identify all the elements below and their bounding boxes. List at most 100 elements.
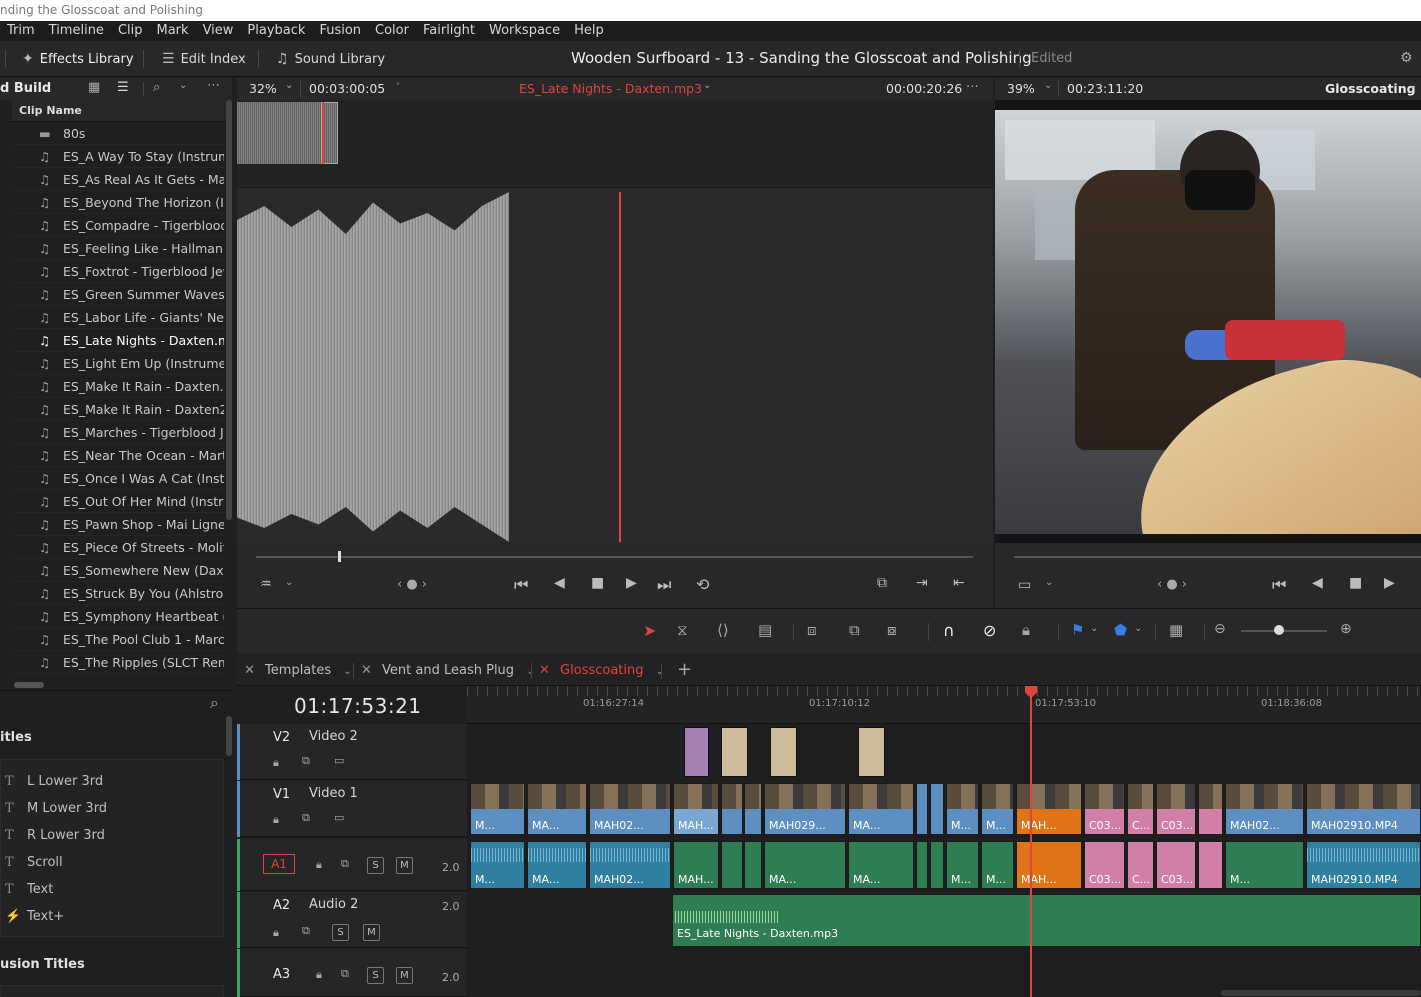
- timeline-timecode[interactable]: 01:17:53:21: [294, 694, 422, 718]
- video-clip[interactable]: [1198, 783, 1223, 835]
- menu-item-help[interactable]: Help: [567, 21, 611, 41]
- chevron-down-icon[interactable]: ⌄: [656, 666, 664, 677]
- program-scrub-bar[interactable]: [1014, 556, 1421, 558]
- go-to-end-icon[interactable]: ⏭: [657, 575, 671, 595]
- viewer-mode-icon[interactable]: ▭: [1018, 577, 1031, 593]
- audio-clip[interactable]: C03...: [1156, 841, 1196, 889]
- video-clip[interactable]: M...: [470, 783, 525, 835]
- media-item[interactable]: ♫ ES_Late Nights - Daxten.mp: [12, 329, 224, 352]
- tab-glosscoating[interactable]: ✕ Glosscoating ⌄: [539, 663, 664, 678]
- title-scroll[interactable]: T Scroll: [5, 855, 63, 870]
- solo-button[interactable]: S: [332, 924, 349, 941]
- audio-clip[interactable]: M...: [1225, 841, 1304, 889]
- blade-tool-icon[interactable]: ▤: [758, 621, 772, 639]
- video-clip[interactable]: MAH029...: [764, 783, 846, 835]
- chevron-down-icon[interactable]: ⌄: [1090, 623, 1098, 634]
- title-clip[interactable]: [721, 727, 748, 777]
- selection-tool-icon[interactable]: ➤: [643, 621, 656, 640]
- bin-folder[interactable]: ▬ 80s: [12, 122, 224, 145]
- audio-clip[interactable]: [744, 841, 762, 889]
- video-clip[interactable]: C03...: [1156, 783, 1196, 835]
- media-item[interactable]: ♫ ES_As Real As It Gets - Matt: [12, 168, 224, 191]
- source-playhead[interactable]: [618, 192, 621, 542]
- auto-select-icon[interactable]: ⧉: [341, 967, 349, 981]
- overwrite-clip-icon[interactable]: ⧉: [849, 621, 860, 639]
- mixer-icon[interactable]: ⚙: [1400, 50, 1413, 66]
- program-timeline-name[interactable]: Glosscoating: [1325, 81, 1416, 96]
- media-item[interactable]: ♫ ES_Labor Life - Giants' Nest: [12, 306, 224, 329]
- edit-index-button[interactable]: ☰ Edit Index: [162, 49, 246, 69]
- media-item[interactable]: ♫ ES_The Ripples (SLCT Remi: [12, 651, 224, 674]
- lock-icon[interactable]: 🔒︎: [316, 968, 322, 982]
- tab-templates[interactable]: ✕ Templates ⌄: [244, 663, 352, 678]
- audio-clip[interactable]: [930, 841, 944, 889]
- media-item[interactable]: ♫ ES_A Way To Stay (Instrume: [12, 145, 224, 168]
- add-timeline-icon[interactable]: +: [677, 659, 692, 680]
- chevron-down-icon[interactable]: ⌄: [285, 577, 293, 588]
- media-item[interactable]: ♫ ES_Somewhere New (Daxte: [12, 559, 224, 582]
- more-options-icon[interactable]: ⋯: [966, 78, 979, 93]
- audio-clip[interactable]: MAH...: [673, 841, 719, 889]
- audio-clip[interactable]: M...: [470, 841, 525, 889]
- linked-selection-icon[interactable]: ⊘: [983, 621, 996, 640]
- menu-item-playback[interactable]: Playback: [240, 21, 312, 41]
- video-clip[interactable]: [721, 783, 743, 835]
- chevron-down-icon[interactable]: ⌄: [1409, 80, 1417, 91]
- close-icon[interactable]: ✕: [361, 663, 372, 678]
- audio-clip[interactable]: C03...: [1084, 841, 1125, 889]
- menu-item-color[interactable]: Color: [368, 21, 416, 41]
- zoom-out-icon[interactable]: ⊖: [1214, 621, 1226, 637]
- effects-library-button[interactable]: ✦ Effects Library: [22, 49, 134, 69]
- mute-button[interactable]: M: [396, 857, 413, 874]
- title-clip[interactable]: [858, 727, 885, 777]
- track-header-a2[interactable]: A2 Audio 2 2.0 🔒︎ ⧉ S M: [237, 892, 467, 948]
- track-v1[interactable]: M... MA... MAH02... MAH... MAH029... MA.…: [467, 781, 1421, 838]
- video-clip[interactable]: MAH02910.MP4: [1306, 783, 1421, 835]
- mute-button[interactable]: M: [396, 967, 413, 984]
- title-text[interactable]: T Text: [5, 882, 53, 897]
- video-clip[interactable]: MAH02...: [1225, 783, 1304, 835]
- title-l-lower-3rd[interactable]: TL Lower 3rd: [5, 774, 103, 789]
- menu-item-mark[interactable]: Mark: [150, 21, 196, 41]
- track-name[interactable]: Video 1: [309, 786, 358, 801]
- audio-clip[interactable]: MA...: [848, 841, 914, 889]
- menu-item-timeline[interactable]: Timeline: [42, 21, 111, 41]
- auto-select-icon[interactable]: ⧉: [302, 811, 310, 825]
- media-item[interactable]: ♫ ES_The Pool Club 1 - Marc T: [12, 628, 224, 651]
- media-item[interactable]: ♫ ES_Light Em Up (Instrumen: [12, 352, 224, 375]
- jog-control-icon[interactable]: ‹ ● ›: [397, 577, 427, 592]
- media-item[interactable]: ♫ ES_Out Of Her Mind (Instru: [12, 490, 224, 513]
- list-view-icon[interactable]: ☰: [117, 80, 129, 95]
- audio-waveform-icon[interactable]: ♒: [260, 577, 272, 592]
- auto-select-icon[interactable]: ⧉: [341, 857, 349, 871]
- video-clip[interactable]: M...: [981, 783, 1014, 835]
- timeline-view-options-icon[interactable]: ▦: [1169, 621, 1183, 639]
- menu-item-fusion[interactable]: Fusion: [312, 21, 368, 41]
- track-header-a1[interactable]: A1 🔒︎ ⧉ S M 2.0: [237, 839, 467, 891]
- snapping-icon[interactable]: ∩: [943, 621, 955, 640]
- menu-item-view[interactable]: View: [196, 21, 241, 41]
- video-clip-selected[interactable]: MAH...: [1016, 783, 1082, 835]
- loop-icon[interactable]: ⟲: [696, 575, 709, 594]
- menu-item-trim[interactable]: Trim: [0, 21, 42, 41]
- sound-library-button[interactable]: ♫ Sound Library: [276, 49, 385, 69]
- match-frame-icon[interactable]: ⧉: [877, 575, 887, 591]
- track-header-v2[interactable]: V2 Video 2 🔒︎ ⧉ ▭: [237, 724, 467, 780]
- column-header-clip-name[interactable]: Clip Name: [12, 100, 232, 122]
- media-item[interactable]: ♫ ES_Make It Rain - Daxten2.r: [12, 398, 224, 421]
- media-item[interactable]: ♫ ES_Marches - Tigerblood Jev: [12, 421, 224, 444]
- section-titles[interactable]: itles: [0, 730, 32, 745]
- video-clip[interactable]: MAH...: [673, 783, 719, 835]
- audio-clip[interactable]: [1198, 841, 1223, 889]
- effects-scrollbar[interactable]: [226, 716, 232, 756]
- audio-clip[interactable]: M...: [981, 841, 1014, 889]
- position-lock-icon[interactable]: 🔒︎: [1022, 621, 1030, 639]
- grid-view-icon[interactable]: ▦: [88, 80, 100, 95]
- media-item[interactable]: ♫ ES_Foxtrot - Tigerblood Jew: [12, 260, 224, 283]
- source-zoom[interactable]: 32%: [249, 81, 277, 96]
- audio-clip[interactable]: MAH02910.MP4: [1306, 841, 1421, 889]
- chevron-down-icon[interactable]: ⌄: [1044, 80, 1052, 91]
- waveform-overview[interactable]: [237, 100, 993, 188]
- play-icon[interactable]: ▶: [1384, 575, 1395, 591]
- audio-clip[interactable]: [916, 841, 928, 889]
